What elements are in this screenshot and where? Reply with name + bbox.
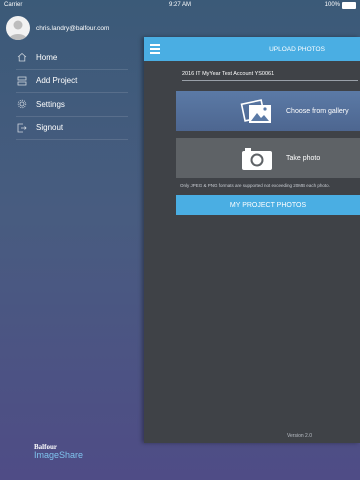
panel-header: UPLOAD PHOTOS: [144, 37, 360, 61]
choose-from-gallery-button[interactable]: Choose from gallery: [176, 91, 360, 131]
brand-logo: Balfour ImageShare: [34, 444, 83, 460]
nav-menu: Home Add Project Settings Signout: [16, 46, 128, 140]
page-title: UPLOAD PHOTOS: [269, 45, 325, 53]
nav-item-label: Add Project: [36, 76, 78, 86]
gear-icon: [16, 98, 28, 110]
camera-icon: [242, 148, 272, 170]
battery-icon: [342, 1, 356, 9]
side-menu: chris.landry@balfour.com Home Add Projec…: [0, 10, 144, 480]
user-avatar-icon: [9, 20, 27, 40]
brand-product: ImageShare: [34, 450, 84, 460]
format-note: Only JPEG & PNG formats are supported no…: [180, 183, 330, 188]
project-account-field[interactable]: 2016 IT MyYear Test Account YS0061: [182, 71, 358, 81]
my-project-photos-button[interactable]: MY PROJECT PHOTOS: [176, 195, 360, 215]
user-email: chris.landry@balfour.com: [36, 24, 110, 32]
nav-item-label: Home: [36, 52, 58, 62]
status-bar: Carrier 9:27 AM 100%: [0, 0, 360, 10]
battery-percent: 100%: [324, 2, 340, 8]
user-profile: chris.landry@balfour.com: [6, 16, 109, 40]
signout-icon: [16, 122, 28, 134]
take-photo-label: Take photo: [286, 154, 321, 162]
take-photo-button[interactable]: Take photo: [176, 138, 360, 178]
version-label: Version 2.0: [286, 433, 312, 439]
avatar: [6, 16, 30, 40]
nav-item-signout[interactable]: Signout: [16, 117, 128, 140]
battery: 100%: [324, 1, 356, 9]
nav-item-add-project[interactable]: Add Project: [16, 70, 128, 93]
nav-item-label: Signout: [36, 123, 64, 133]
clock: 9:27 AM: [168, 2, 191, 8]
home-icon: [16, 51, 28, 63]
nav-item-home[interactable]: Home: [16, 46, 128, 70]
upload-panel: UPLOAD PHOTOS 2016 IT MyYear Test Accoun…: [144, 37, 360, 443]
gallery-button-label: Choose from gallery: [286, 107, 349, 115]
nav-item-label: Settings: [36, 99, 65, 109]
gallery-icon: [240, 99, 271, 123]
nav-item-settings[interactable]: Settings: [16, 93, 128, 117]
add-project-icon: [16, 75, 28, 87]
